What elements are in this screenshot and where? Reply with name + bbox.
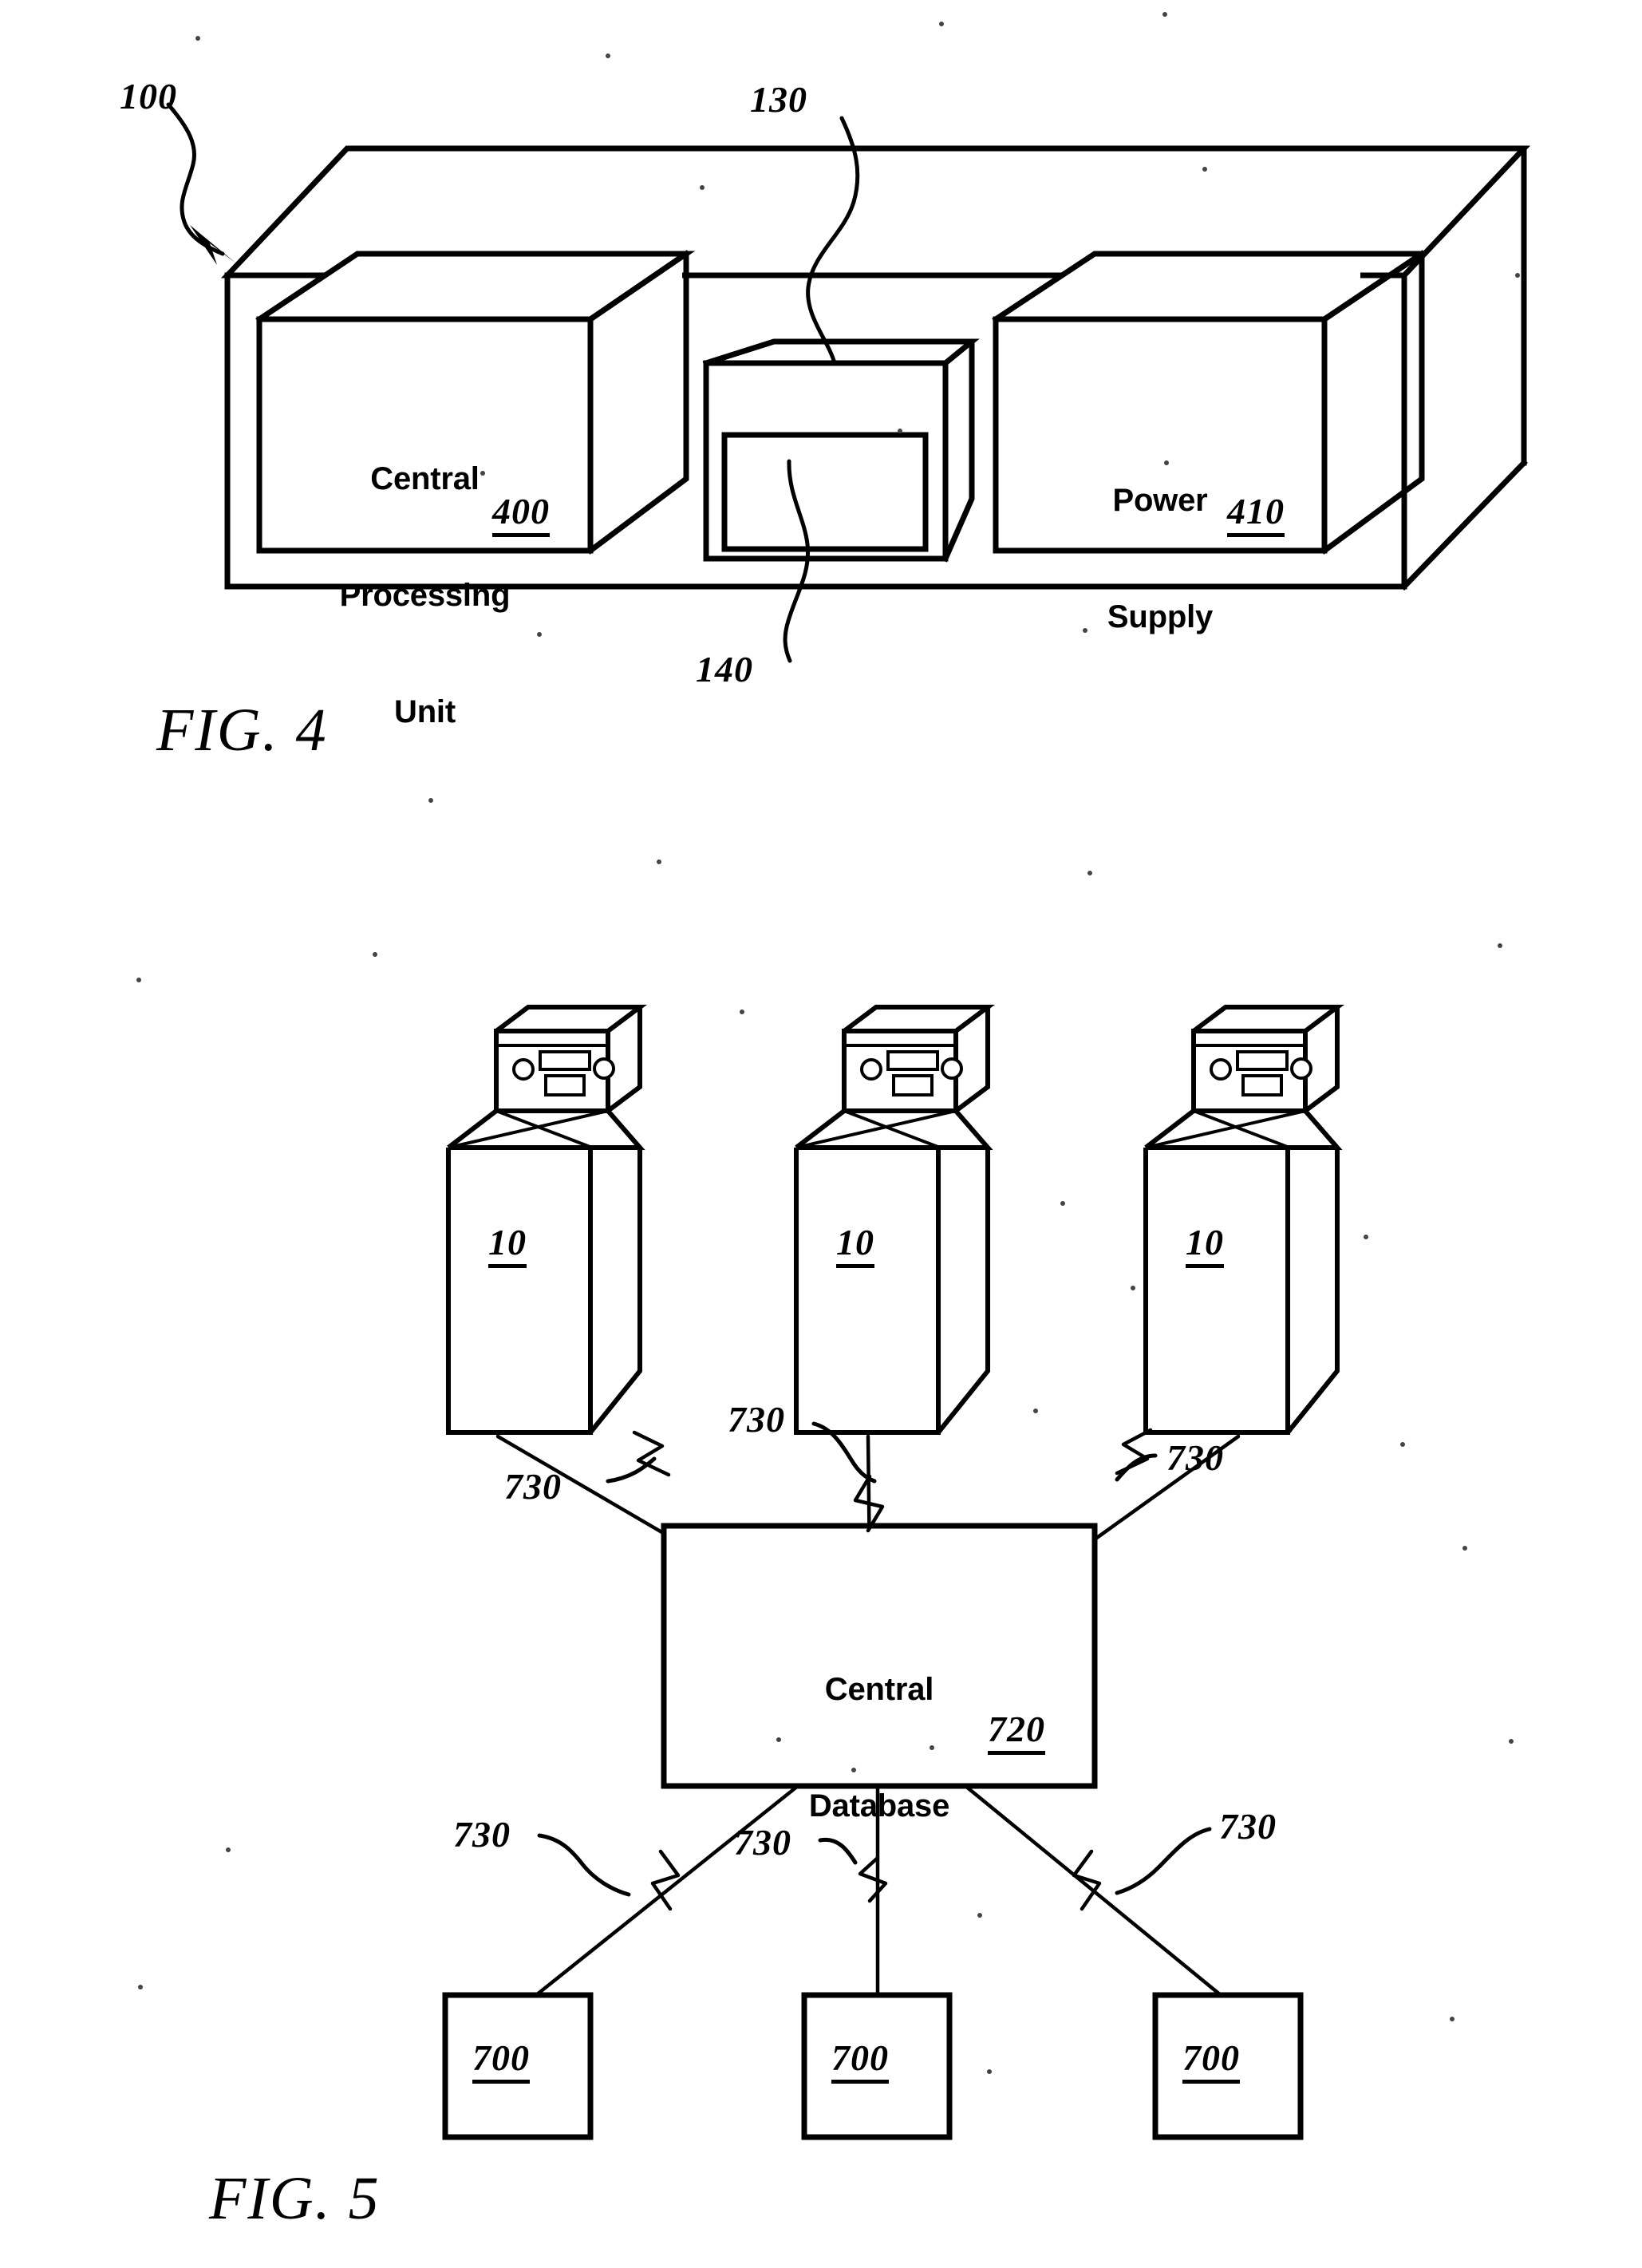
ref-700-endpoint-3: 700	[1182, 2037, 1240, 2084]
fig4-caption: FIG. 4	[156, 697, 328, 764]
ref-10-terminal-1: 10	[488, 1221, 527, 1268]
db-label-line1: Central	[824, 1671, 934, 1707]
patent-drawing-sheet: 100 130 140 Central Processing Unit 400 …	[0, 0, 1642, 2268]
fig5-group	[138, 952, 1514, 2140]
ref-700-endpoint-2: 700	[831, 2037, 889, 2084]
ref-400: 400	[492, 490, 550, 537]
link-break-marks-upper	[632, 1428, 1153, 1533]
ref-10-terminal-3: 10	[1186, 1221, 1224, 1268]
callout-100	[166, 102, 236, 265]
ref-700-endpoint-1: 700	[472, 2037, 530, 2084]
ref-10-terminal-2: 10	[836, 1221, 874, 1268]
ref-730-lower-left: 730	[453, 1814, 511, 1855]
terminal-10-3	[1011, 1005, 1344, 1600]
drawing-canvas	[136, 12, 1531, 2140]
ref-720: 720	[988, 1708, 1045, 1755]
ref-140: 140	[696, 649, 753, 689]
power-block-label: Power Supply	[996, 403, 1324, 714]
ref-410: 410	[1227, 490, 1285, 537]
ref-730-upper-left: 730	[504, 1466, 562, 1507]
ref-730-lower-mid: 730	[734, 1822, 791, 1863]
db-label-line2: Database	[808, 1788, 950, 1823]
ref-130: 130	[750, 79, 807, 120]
ref-730-lower-right: 730	[1219, 1806, 1277, 1847]
leader-730-lower-left	[537, 1833, 631, 1897]
fig5-caption: FIG. 5	[209, 2165, 381, 2232]
cpu-label-line2: Processing	[339, 577, 511, 613]
leader-730-upper-left	[606, 1456, 657, 1484]
callout-130	[806, 116, 860, 365]
leader-730-lower-right	[1115, 1827, 1212, 1895]
ref-730-upper-mid: 730	[728, 1399, 785, 1440]
terminal-10-2	[794, 1005, 995, 1567]
power-label-line2: Supply	[1107, 599, 1214, 634]
ref-730-upper-right: 730	[1166, 1437, 1224, 1478]
ref-100: 100	[120, 76, 177, 117]
display-block-130	[702, 338, 980, 563]
leader-730-upper-right	[1115, 1453, 1158, 1482]
terminal-10-1	[446, 1005, 776, 1600]
